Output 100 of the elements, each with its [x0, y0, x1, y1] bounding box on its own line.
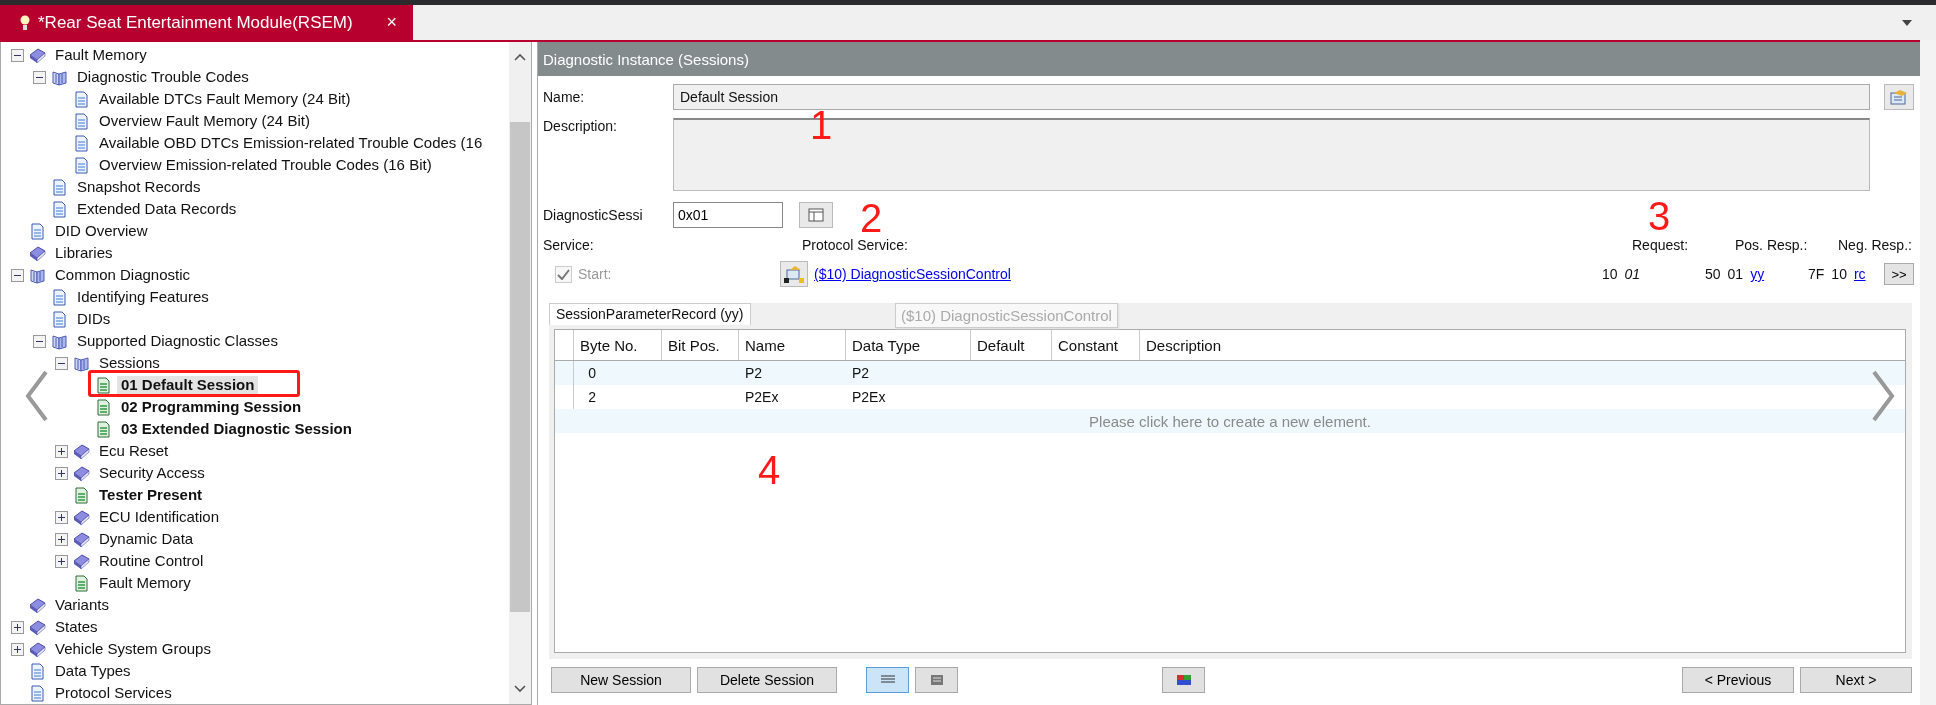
document-icon: [72, 485, 91, 505]
tree-item[interactable]: Extended Data Records: [73, 200, 241, 218]
tree-item[interactable]: Libraries: [51, 244, 117, 262]
table-button[interactable]: [799, 202, 833, 228]
column-header[interactable]: Constant: [1052, 330, 1140, 360]
table-cell-text: 0: [587, 364, 597, 383]
action-button[interactable]: Next >: [1800, 667, 1912, 693]
view-toggle[interactable]: [915, 667, 958, 693]
table-cell-text: P2Ex: [744, 388, 780, 407]
action-button[interactable]: New Session: [551, 667, 691, 693]
collapse-toggle[interactable]: [33, 70, 46, 84]
tree-item[interactable]: Available OBD DTCs Emission-related Trouble Codes (16: [95, 134, 487, 152]
document-icon: [72, 573, 91, 593]
close-button[interactable]: ×: [386, 12, 397, 33]
tree-item[interactable]: Common Diagnostic: [51, 266, 195, 284]
service-button[interactable]: [780, 261, 808, 287]
field-label: Name:: [543, 89, 586, 105]
tooltip: ($10) DiagnosticSessionControl: [895, 303, 1118, 328]
tree-item[interactable]: Tester Present: [95, 486, 207, 504]
expand-toggle[interactable]: [55, 510, 68, 524]
tree-item[interactable]: Overview Emission-related Trouble Codes (16 Bit): [95, 156, 436, 174]
table-icon: [808, 208, 824, 222]
document-icon: [28, 683, 47, 703]
document-tab[interactable]: *Rear Seat Entertainment Module(RSEM) ×: [0, 5, 413, 40]
view-toggle[interactable]: [866, 667, 909, 693]
table-cell-text: P2Ex: [851, 388, 887, 407]
tree-item[interactable]: Diagnostic Trouble Codes: [73, 68, 253, 86]
byte-value: 7F: [1808, 266, 1825, 282]
byte-value: 10: [1602, 266, 1618, 282]
action-button[interactable]: Delete Session: [697, 667, 837, 693]
column-header[interactable]: Data Type: [846, 330, 971, 360]
expand-toggle[interactable]: [11, 620, 24, 634]
tree-item[interactable]: 01 Default Session: [117, 376, 259, 394]
tree-item[interactable]: Ecu Reset: [95, 442, 173, 460]
table-cell-text: P2: [744, 364, 764, 383]
color-button[interactable]: [1162, 667, 1205, 693]
column-header[interactable]: Name: [739, 330, 846, 360]
tree-item[interactable]: Sessions: [95, 354, 164, 372]
list-icon: [879, 674, 896, 686]
tree-item[interactable]: Routine Control: [95, 552, 208, 570]
tree-item[interactable]: DID Overview: [51, 222, 152, 240]
session-field[interactable]: 0x01: [673, 202, 783, 228]
byte-link[interactable]: yy: [1750, 266, 1765, 282]
collapse-toggle[interactable]: [33, 334, 46, 348]
column-header[interactable]: Default: [971, 330, 1052, 360]
expand-toggle[interactable]: [55, 554, 68, 568]
action-button[interactable]: < Previous: [1682, 667, 1794, 693]
scrollbar-track[interactable]: [1920, 40, 1936, 705]
tree-item[interactable]: Fault Memory: [95, 574, 195, 592]
tree-item[interactable]: States: [51, 618, 102, 636]
chevron-left-icon[interactable]: [24, 370, 50, 422]
byte-value: 01: [1727, 266, 1744, 282]
tree-item[interactable]: Supported Diagnostic Classes: [73, 332, 282, 350]
service-icon: [784, 265, 804, 283]
byte-value: 01: [1624, 266, 1641, 282]
scrollbar-thumb[interactable]: [510, 122, 530, 612]
tree-item[interactable]: Vehicle System Groups: [51, 640, 215, 658]
document-icon: [94, 419, 113, 439]
chevron-right-icon[interactable]: [1870, 370, 1896, 422]
field-label: Protocol Service:: [802, 237, 908, 253]
expand-toggle[interactable]: [55, 444, 68, 458]
collapse-toggle[interactable]: [55, 356, 68, 370]
expand-toggle[interactable]: [55, 532, 68, 546]
record-tab[interactable]: SessionParameterRecord (yy): [549, 303, 751, 325]
byte-link[interactable]: rc: [1853, 266, 1866, 282]
document-icon: [50, 177, 69, 197]
tree-item[interactable]: Identifying Features: [73, 288, 213, 306]
tree-item[interactable]: Variants: [51, 596, 113, 614]
column-header[interactable]: Bit Pos.: [662, 330, 739, 360]
tree-item[interactable]: Overview Fault Memory (24 Bit): [95, 112, 314, 130]
annotation-number: 4: [758, 450, 781, 490]
name-field[interactable]: Default Session: [673, 84, 1870, 110]
tree-item[interactable]: Data Types: [51, 662, 135, 680]
tree-item[interactable]: Snapshot Records: [73, 178, 205, 196]
field-label: Neg. Resp.:: [1838, 237, 1912, 253]
checkmark-icon: [557, 268, 570, 280]
expand-toggle[interactable]: [55, 466, 68, 480]
collapse-toggle[interactable]: [11, 48, 24, 62]
table-cell-text: P2: [851, 364, 871, 383]
tree-item[interactable]: 02 Programming Session: [117, 398, 306, 416]
checkbox-label: Start:: [578, 266, 612, 282]
document-icon: [28, 221, 47, 241]
document-icon: [72, 89, 91, 109]
tree-item[interactable]: Available DTCs Fault Memory (24 Bit): [95, 90, 355, 108]
expand-toggle[interactable]: [11, 642, 24, 656]
tree-item[interactable]: Fault Memory: [51, 46, 151, 64]
collapse-toggle[interactable]: [11, 268, 24, 282]
tree-item[interactable]: DIDs: [73, 310, 115, 328]
form-icon: [928, 674, 945, 686]
tree-item[interactable]: ECU Identification: [95, 508, 224, 526]
expand-button[interactable]: >>: [1884, 263, 1914, 285]
document-icon: [72, 155, 91, 175]
service-link[interactable]: ($10) DiagnosticSessionControl: [814, 266, 1011, 282]
tree-item[interactable]: Dynamic Data: [95, 530, 198, 548]
tree-item[interactable]: 03 Extended Diagnostic Session: [117, 420, 356, 438]
window-icon: [1890, 89, 1908, 105]
column-header[interactable]: Description: [1140, 330, 1905, 360]
tree-item[interactable]: Protocol Services: [51, 684, 176, 702]
tree-item[interactable]: Security Access: [95, 464, 209, 482]
column-header[interactable]: Byte No.: [574, 330, 662, 360]
